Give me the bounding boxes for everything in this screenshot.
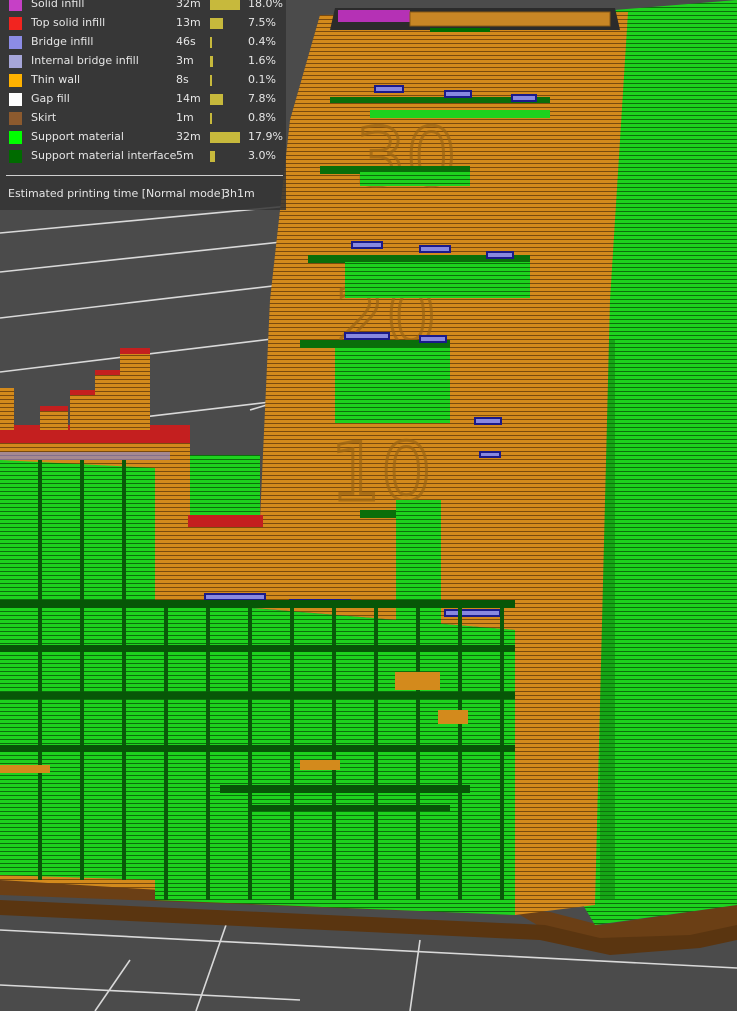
- legend-percent-bar: [210, 56, 213, 67]
- legend-label: Support material interface: [31, 149, 177, 162]
- legend-percent: 7.8%: [248, 92, 276, 105]
- estimated-time-value: 3h1m: [223, 187, 255, 200]
- legend-separator: [6, 175, 283, 176]
- legend-time: 32m: [176, 130, 201, 143]
- legend-percent-bar: [210, 0, 240, 10]
- legend-color-swatch: [9, 112, 22, 125]
- legend-time: 32m: [176, 0, 201, 10]
- legend-row: Skirt 1m 0.8%: [0, 109, 286, 128]
- legend-color-swatch: [9, 36, 22, 49]
- legend-color-swatch: [9, 55, 22, 68]
- legend-row: Top solid infill 13m 7.5%: [0, 14, 286, 33]
- legend-time: 46s: [176, 35, 196, 48]
- legend-percent: 1.6%: [248, 54, 276, 67]
- legend-percent-bar: [210, 94, 223, 105]
- estimated-time-label: Estimated printing time [Normal mode]:: [8, 187, 229, 200]
- legend-row: Internal bridge infill 3m 1.6%: [0, 52, 286, 71]
- legend-percent: 0.8%: [248, 111, 276, 124]
- svg-text:30: 30: [355, 111, 457, 204]
- legend-color-swatch: [9, 131, 22, 144]
- legend-row: Support material 32m 17.9%: [0, 128, 286, 147]
- legend-label: Thin wall: [31, 73, 81, 86]
- legend-color-swatch: [9, 74, 22, 87]
- legend-label: Solid infill: [31, 0, 85, 10]
- legend-time: 1m: [176, 111, 194, 124]
- legend-percent-bar: [210, 151, 215, 162]
- legend-time: 14m: [176, 92, 201, 105]
- legend-percent-bar: [210, 75, 212, 86]
- legend-percent: 3.0%: [248, 149, 276, 162]
- legend-percent: 18.0%: [248, 0, 283, 10]
- legend-percent: 0.1%: [248, 73, 276, 86]
- legend-row: Support material interface 5m 3.0%: [0, 147, 286, 166]
- legend-time: 3m: [176, 54, 194, 67]
- legend-percent-bar: [210, 18, 223, 29]
- legend-label: Skirt: [31, 111, 57, 124]
- legend-row: Gap fill 14m 7.8%: [0, 90, 286, 109]
- legend-label: Bridge infill: [31, 35, 94, 48]
- legend-percent: 7.5%: [248, 16, 276, 29]
- legend-percent: 17.9%: [248, 130, 283, 143]
- legend-color-swatch: [9, 93, 22, 106]
- legend-row: Thin wall 8s 0.1%: [0, 71, 286, 90]
- legend-color-swatch: [9, 150, 22, 163]
- legend-percent-bar: [210, 113, 212, 124]
- legend-time: 5m: [176, 149, 194, 162]
- legend-label: Internal bridge infill: [31, 54, 139, 67]
- legend-panel: Solid infill 32m 18.0% Top solid infill 13m 7…: [0, 0, 286, 210]
- legend-time: 13m: [176, 16, 201, 29]
- legend-row: Bridge infill 46s 0.4%: [0, 33, 286, 52]
- legend-label: Gap fill: [31, 92, 70, 105]
- legend-percent: 0.4%: [248, 35, 276, 48]
- legend-label: Top solid infill: [31, 16, 106, 29]
- legend-time: 8s: [176, 73, 189, 86]
- legend-percent-bar: [210, 37, 212, 48]
- legend-color-swatch: [9, 0, 22, 11]
- legend-percent-bar: [210, 132, 240, 143]
- legend-row: Solid infill 32m 18.0%: [0, 0, 286, 14]
- legend-color-swatch: [9, 17, 22, 30]
- legend-label: Support material: [31, 130, 124, 143]
